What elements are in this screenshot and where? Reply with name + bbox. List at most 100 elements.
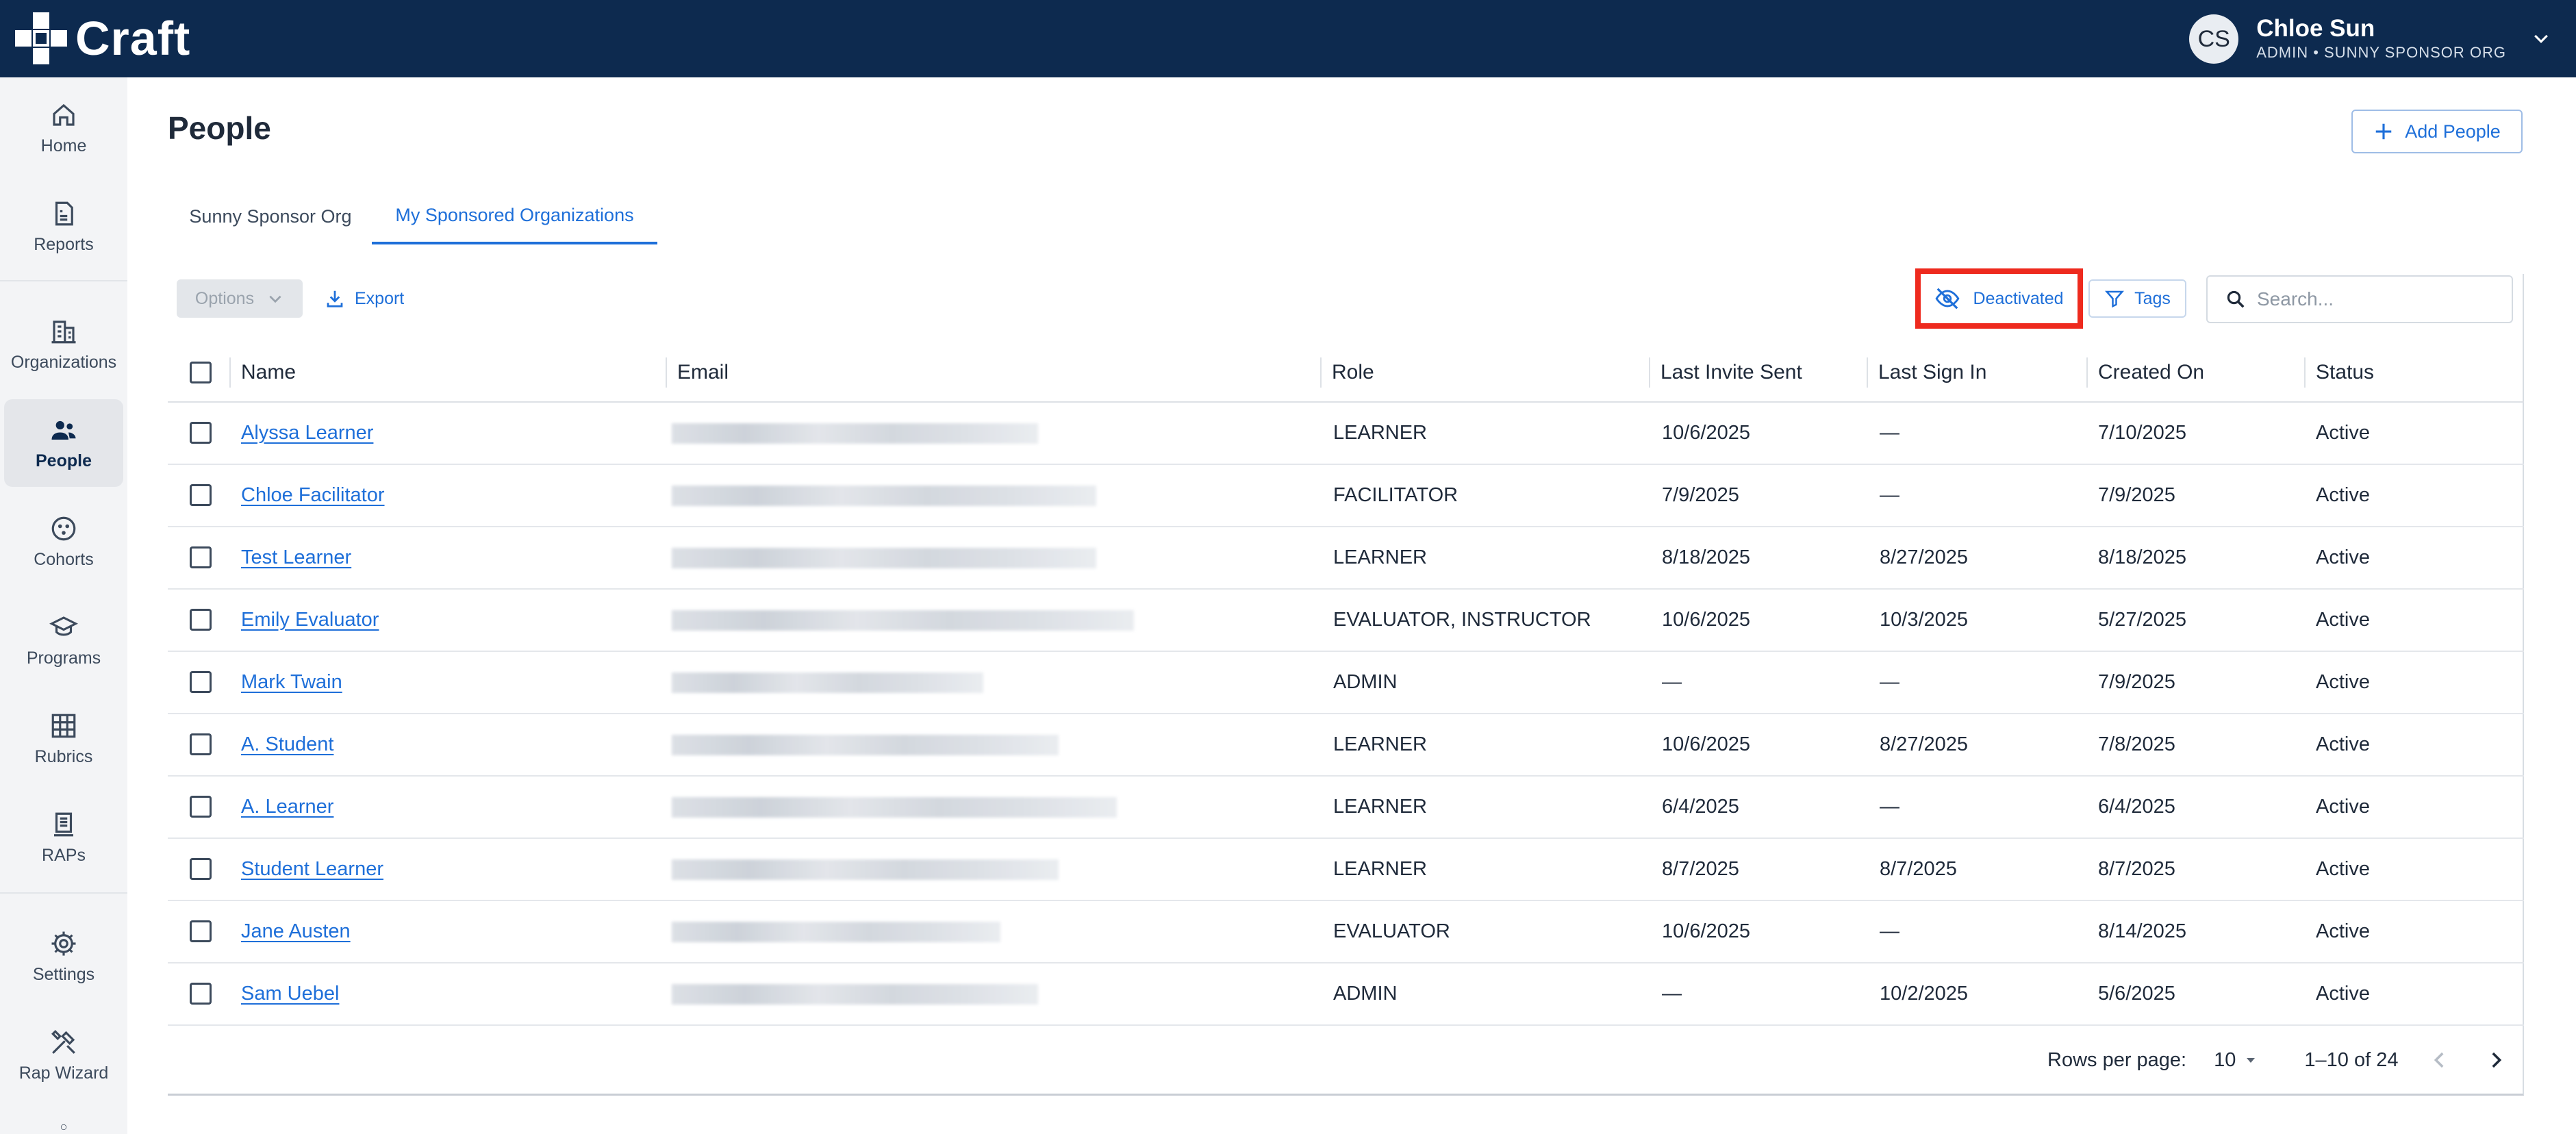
add-people-label: Add People (2405, 121, 2501, 142)
redacted-email (672, 486, 1096, 506)
sidebar-item-raps[interactable]: RAPs (4, 794, 123, 881)
table-row[interactable]: A. Student LEARNER 10/6/2025 8/27/2025 7/8/2… (168, 714, 2524, 777)
last-sign-in-cell: 8/27/2025 (1880, 546, 1969, 568)
row-checkbox[interactable] (190, 546, 212, 568)
sidebar-item-organizations[interactable]: Organizations (4, 301, 123, 388)
last-sign-in-cell: — (1880, 484, 1899, 506)
sidebar-item-programs[interactable]: Programs (4, 596, 123, 684)
redacted-email (672, 984, 1038, 1005)
sidebar-item-label: Cohorts (34, 549, 94, 569)
column-header-status[interactable]: Status (2316, 342, 2374, 403)
tab-my-sponsored-organizations[interactable]: My Sponsored Organizations (372, 188, 657, 244)
person-name-link[interactable]: Sam Uebel (241, 963, 339, 1024)
people-table: Name Email Role Last Invite Sent Last Si… (168, 274, 2524, 1096)
home-icon (53, 103, 75, 126)
table-row[interactable]: Alyssa Learner LEARNER 10/6/2025 — 7/10/2025… (168, 403, 2524, 465)
table-row[interactable]: A. Learner LEARNER 6/4/2025 — 6/4/2025 Active (168, 777, 2524, 839)
sidebar-item-rap-wizard[interactable]: Rap Wizard (4, 1011, 123, 1099)
row-checkbox[interactable] (190, 920, 212, 942)
person-name-link[interactable]: Mark Twain (241, 652, 342, 713)
last-invite-cell: 10/6/2025 (1662, 920, 1751, 942)
sidebar-divider (0, 280, 127, 281)
column-separator (1649, 357, 1650, 388)
table-row[interactable]: Chloe Facilitator FACILITATOR 7/9/2025 — 7/9… (168, 465, 2524, 527)
person-name-link[interactable]: Alyssa Learner (241, 403, 373, 464)
table-row[interactable]: Test Learner LEARNER 8/18/2025 8/27/2025 8/1… (168, 527, 2524, 590)
tab-sunny-sponsor-org[interactable]: Sunny Sponsor Org (168, 188, 373, 244)
column-header-role[interactable]: Role (1332, 342, 1374, 403)
role-cell: EVALUATOR, INSTRUCTOR (1333, 609, 1591, 631)
chevron-down-icon[interactable] (2531, 29, 2551, 49)
status-cell: Active (2316, 920, 2370, 942)
person-name-link[interactable]: Student Learner (241, 839, 383, 900)
tools-icon (51, 1029, 75, 1054)
user-menu[interactable]: CS Chloe Sun ADMIN • SUNNY SPONSOR ORG (2189, 12, 2551, 66)
status-cell: Active (2316, 858, 2370, 880)
column-separator (2304, 357, 2306, 388)
column-header-created-on[interactable]: Created On (2098, 342, 2204, 403)
person-name-link[interactable]: A. Learner (241, 777, 333, 837)
status-cell: Active (2316, 609, 2370, 631)
sidebar-item-settings[interactable]: Settings (4, 913, 123, 1000)
role-cell: EVALUATOR (1333, 920, 1450, 942)
craft-logo[interactable]: Craft (12, 10, 190, 67)
role-cell: ADMIN (1333, 983, 1398, 1005)
status-cell: Active (2316, 422, 2370, 444)
row-checkbox[interactable] (190, 796, 212, 818)
sidebar-item-label: Organizations (10, 352, 117, 372)
table-row[interactable]: Mark Twain ADMIN — — 7/9/2025 Active (168, 652, 2524, 714)
sidebar-item-cohorts[interactable]: Cohorts (4, 498, 123, 585)
person-name-link[interactable]: Test Learner (241, 527, 351, 588)
column-header-email[interactable]: Email (677, 342, 729, 403)
row-checkbox[interactable] (190, 484, 212, 506)
people-icon (51, 420, 76, 440)
column-separator (2086, 357, 2088, 388)
person-name-link[interactable]: Emily Evaluator (241, 590, 379, 651)
column-header-last-sign-in[interactable]: Last Sign In (1878, 342, 1986, 403)
person-name-link[interactable]: Chloe Facilitator (241, 465, 385, 526)
sidebar-item-home[interactable]: Home (4, 84, 123, 172)
sidebar-item-people[interactable]: People (4, 399, 123, 487)
last-invite-cell: 8/7/2025 (1662, 858, 1739, 880)
sidebar-item-label: Rap Wizard (18, 1063, 109, 1083)
avatar: CS (2189, 14, 2239, 64)
organizations-icon (51, 320, 76, 343)
created-on-cell: 7/9/2025 (2098, 671, 2175, 693)
person-name-link[interactable]: Jane Austen (241, 901, 351, 962)
last-invite-cell: 8/18/2025 (1662, 546, 1751, 568)
redacted-email (672, 859, 1059, 880)
chevron-left-icon (2434, 1052, 2444, 1068)
column-header-last-invite-sent[interactable]: Last Invite Sent (1660, 342, 1802, 403)
role-cell: LEARNER (1333, 422, 1427, 444)
role-cell: FACILITATOR (1333, 484, 1459, 506)
last-sign-in-cell: 10/3/2025 (1880, 609, 1969, 631)
column-header-name[interactable]: Name (241, 342, 296, 403)
sidebar-item-more[interactable] (4, 1110, 123, 1134)
table-row[interactable]: Student Learner LEARNER 8/7/2025 8/7/2025 8/… (168, 839, 2524, 901)
select-all-checkbox[interactable] (190, 362, 212, 383)
redacted-email (672, 672, 983, 693)
row-checkbox[interactable] (190, 733, 212, 755)
row-checkbox[interactable] (190, 422, 212, 444)
rows-per-page-select[interactable]: 10 (2214, 1049, 2259, 1072)
created-on-cell: 6/4/2025 (2098, 796, 2175, 818)
sidebar-item-reports[interactable]: Reports (4, 183, 123, 270)
column-separator (666, 357, 667, 388)
row-checkbox[interactable] (190, 671, 212, 693)
created-on-cell: 5/27/2025 (2098, 609, 2187, 631)
row-checkbox[interactable] (190, 983, 212, 1005)
person-name-link[interactable]: A. Student (241, 714, 333, 775)
next-page-button[interactable] (2482, 1046, 2510, 1074)
row-checkbox[interactable] (190, 609, 212, 631)
row-checkbox[interactable] (190, 858, 212, 880)
table-row[interactable]: Emily Evaluator EVALUATOR, INSTRUCTOR 10/6… (168, 590, 2524, 652)
previous-page-button[interactable] (2425, 1046, 2454, 1074)
table-row[interactable]: Sam Uebel ADMIN — 10/2/2025 5/6/2025 Active (168, 963, 2524, 1026)
add-people-button[interactable]: Add People (2351, 110, 2523, 153)
last-invite-cell: 10/6/2025 (1662, 422, 1751, 444)
sidebar-item-rubrics[interactable]: Rubrics (4, 695, 123, 783)
table-row[interactable]: Jane Austen EVALUATOR 10/6/2025 — 8/14/2025 A… (168, 901, 2524, 963)
created-on-cell: 5/6/2025 (2098, 983, 2175, 1005)
status-cell: Active (2316, 546, 2370, 568)
status-cell: Active (2316, 983, 2370, 1005)
